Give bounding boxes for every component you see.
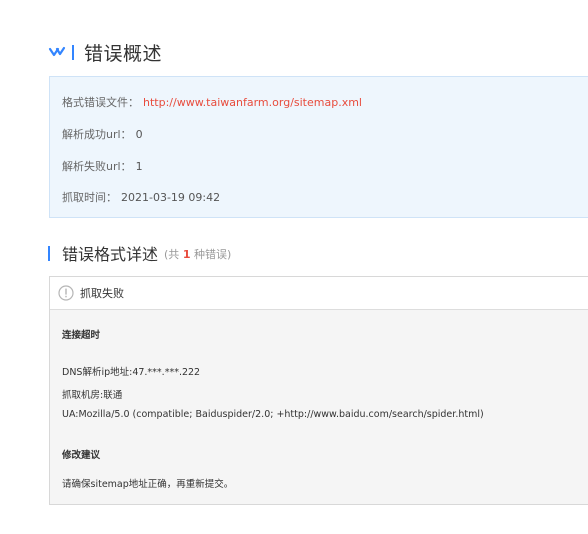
summary-row-time: 抓取时间： 2021-03-19 09:42 <box>62 189 220 205</box>
success-value: 0 <box>135 128 143 141</box>
error-type-label: 抓取失败 <box>80 287 124 300</box>
overview-summary-box: 格式错误文件： http://www.taiwanfarm.org/sitemap… <box>49 76 588 218</box>
user-agent-info: UA:Mozilla/5.0 (compatible; Baiduspider/… <box>62 409 484 420</box>
crawl-room-info: 抓取机房:联通 <box>62 390 123 401</box>
summary-row-fail: 解析失败url： 1 <box>62 158 143 174</box>
title-divider <box>72 44 74 60</box>
detail-divider <box>48 245 50 261</box>
sitemap-link[interactable]: http://www.taiwanfarm.org/sitemap.xml <box>143 96 362 109</box>
count-suffix: 种错误) <box>193 248 232 261</box>
success-label: 解析成功url： <box>62 128 132 141</box>
summary-row-success: 解析成功url： 0 <box>62 126 143 142</box>
overview-header: 错误概述 <box>48 38 162 66</box>
dns-info: DNS解析ip地址:47.***.***.222 <box>62 367 201 378</box>
page-title: 错误概述 <box>84 42 163 65</box>
error-panel: 抓取失败 连接超时 DNS解析ip地址:47.***.***.222 抓取机房:… <box>49 276 588 505</box>
suggestion-title: 修改建议 <box>62 450 101 461</box>
error-panel-header[interactable]: 抓取失败 <box>50 277 588 310</box>
fail-label: 解析失败url： <box>62 160 132 173</box>
count-value: 1 <box>182 248 191 261</box>
file-label: 格式错误文件： <box>62 96 139 109</box>
count-prefix: (共 <box>164 248 180 261</box>
fail-value: 1 <box>135 160 143 173</box>
error-reason: 连接超时 <box>62 330 101 341</box>
warning-icon <box>58 285 74 301</box>
time-value: 2021-03-19 09:42 <box>121 191 221 204</box>
summary-row-file: 格式错误文件： http://www.taiwanfarm.org/sitemap… <box>62 94 362 110</box>
time-label: 抓取时间： <box>62 191 117 204</box>
detail-title: 错误格式详述 <box>62 245 159 264</box>
check-icon <box>48 45 66 59</box>
suggestion-text: 请确保sitemap地址正确，再重新提交。 <box>62 479 234 490</box>
detail-header: 错误格式详述 (共 1 种错误) <box>48 242 231 264</box>
error-count: (共 1 种错误) <box>164 246 231 262</box>
